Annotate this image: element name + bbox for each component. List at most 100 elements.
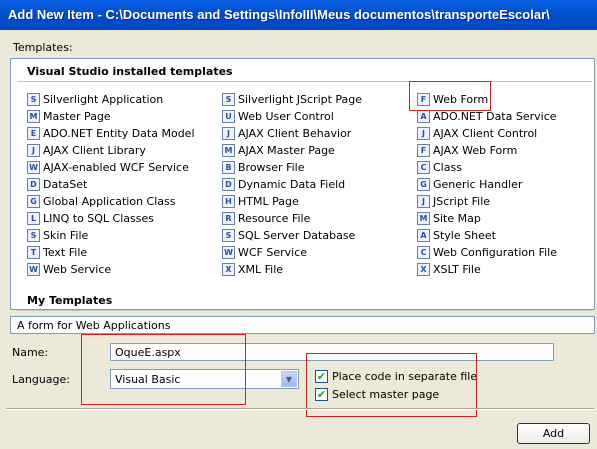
template-item[interactable]: S Silverlight Application	[27, 91, 163, 108]
template-item[interactable]: X XSLT File	[417, 261, 481, 278]
html-page-icon: H	[222, 195, 235, 208]
template-item[interactable]: U Web User Control	[222, 108, 334, 125]
template-label: AJAX Client Control	[433, 127, 538, 140]
ajax-library-icon: J	[27, 144, 40, 157]
template-item[interactable]: A Style Sheet	[417, 227, 496, 244]
divider	[6, 408, 594, 410]
template-item[interactable]: S SQL Server Database	[222, 227, 355, 244]
resource-file-icon: R	[222, 212, 235, 225]
template-item[interactable]: W WCF Service	[222, 244, 307, 261]
template-label: Web Service	[43, 263, 112, 276]
template-label: Web Configuration File	[433, 246, 557, 259]
web-service-icon: W	[27, 263, 40, 276]
silverlight-jscript-icon: S	[222, 93, 235, 106]
web-form-highlight	[409, 81, 491, 111]
template-label: XML File	[238, 263, 284, 276]
template-item[interactable]: L LINQ to SQL Classes	[27, 210, 154, 227]
title-bar[interactable]: Add New Item - C:\Documents and Settings…	[0, 0, 597, 30]
xslt-file-icon: X	[417, 263, 430, 276]
template-label: Web User Control	[238, 110, 334, 123]
template-label: AJAX Master Page	[238, 144, 335, 157]
template-item[interactable]: B Browser File	[222, 159, 304, 176]
template-item[interactable]: D Dynamic Data Field	[222, 176, 345, 193]
template-label: ADO.NET Data Service	[433, 110, 557, 123]
template-item[interactable]: J AJAX Client Behavior	[222, 125, 351, 142]
master-page-icon: M	[27, 110, 40, 123]
global-class-icon: G	[27, 195, 40, 208]
template-label: Dynamic Data Field	[238, 178, 346, 191]
template-label: DataSet	[43, 178, 88, 191]
template-label: ADO.NET Entity Data Model	[43, 127, 195, 140]
template-item[interactable]: J JScript File	[417, 193, 490, 210]
template-item[interactable]: E ADO.NET Entity Data Model	[27, 125, 195, 142]
template-item[interactable]: R Resource File	[222, 210, 310, 227]
template-label: WCF Service	[238, 246, 308, 259]
template-label: HTML Page	[238, 195, 299, 208]
templates-list[interactable]: Visual Studio installed templates S Silve…	[10, 58, 595, 311]
template-item[interactable]: M Site Map	[417, 210, 481, 227]
name-language-highlight	[81, 334, 246, 405]
group-my-templates: My Templates	[27, 294, 113, 307]
template-label: Style Sheet	[433, 229, 496, 242]
template-label: AJAX-enabled WCF Service	[43, 161, 189, 174]
template-label: Master Page	[43, 110, 111, 123]
ajax-behavior-icon: J	[222, 127, 235, 140]
chevron-down-icon[interactable]: ▼	[281, 371, 297, 387]
template-item[interactable]: D DataSet	[27, 176, 87, 193]
template-item[interactable]: M Master Page	[27, 108, 111, 125]
template-item[interactable]: C Class	[417, 159, 462, 176]
template-item[interactable]: S Silverlight JScript Page	[222, 91, 362, 108]
template-item[interactable]: J AJAX Client Control	[417, 125, 537, 142]
template-label: SQL Server Database	[238, 229, 356, 242]
group-installed-templates: Visual Studio installed templates	[27, 65, 233, 78]
dynamic-data-icon: D	[222, 178, 235, 191]
wcf-service-icon: W	[27, 161, 40, 174]
template-label: Generic Handler	[433, 178, 523, 191]
template-label: AJAX Client Behavior	[238, 127, 352, 140]
site-map-icon: M	[417, 212, 430, 225]
group-divider	[17, 310, 592, 311]
template-label: Class	[433, 161, 462, 174]
ajax-web-form-icon: F	[417, 144, 430, 157]
template-item[interactable]: X XML File	[222, 261, 283, 278]
template-item[interactable]: G Generic Handler	[417, 176, 522, 193]
dataset-icon: D	[27, 178, 40, 191]
linq-icon: L	[27, 212, 40, 225]
ajax-control-icon: J	[417, 127, 430, 140]
skin-file-icon: S	[27, 229, 40, 242]
jscript-file-icon: J	[417, 195, 430, 208]
template-label: Resource File	[238, 212, 311, 225]
group-divider	[17, 81, 592, 82]
template-label: AJAX Web Form	[433, 144, 518, 157]
ajax-master-icon: M	[222, 144, 235, 157]
entity-model-icon: E	[27, 127, 40, 140]
template-label: Site Map	[433, 212, 481, 225]
template-label: XSLT File	[433, 263, 481, 276]
template-item[interactable]: H HTML Page	[222, 193, 299, 210]
template-label: Browser File	[238, 161, 305, 174]
user-control-icon: U	[222, 110, 235, 123]
wcf-icon: W	[222, 246, 235, 259]
xml-file-icon: X	[222, 263, 235, 276]
template-item[interactable]: W Web Service	[27, 261, 111, 278]
silverlight-icon: S	[27, 93, 40, 106]
template-item[interactable]: S Skin File	[27, 227, 88, 244]
template-item[interactable]: J AJAX Client Library	[27, 142, 146, 159]
class-icon: C	[417, 161, 430, 174]
template-item[interactable]: T Text File	[27, 244, 87, 261]
template-item[interactable]: M AJAX Master Page	[222, 142, 335, 159]
template-label: Skin File	[43, 229, 89, 242]
template-item[interactable]: G Global Application Class	[27, 193, 175, 210]
style-sheet-icon: A	[417, 229, 430, 242]
template-label: Global Application Class	[43, 195, 176, 208]
template-label: AJAX Client Library	[43, 144, 146, 157]
templates-label: Templates:	[13, 41, 73, 54]
template-item[interactable]: W AJAX-enabled WCF Service	[27, 159, 189, 176]
database-icon: S	[222, 229, 235, 242]
template-item[interactable]: F AJAX Web Form	[417, 142, 517, 159]
add-button[interactable]: Add	[517, 423, 590, 444]
template-item[interactable]: C Web Configuration File	[417, 244, 557, 261]
web-config-icon: C	[417, 246, 430, 259]
template-label: LINQ to SQL Classes	[43, 212, 154, 225]
template-description: A form for Web Applications	[10, 316, 595, 334]
